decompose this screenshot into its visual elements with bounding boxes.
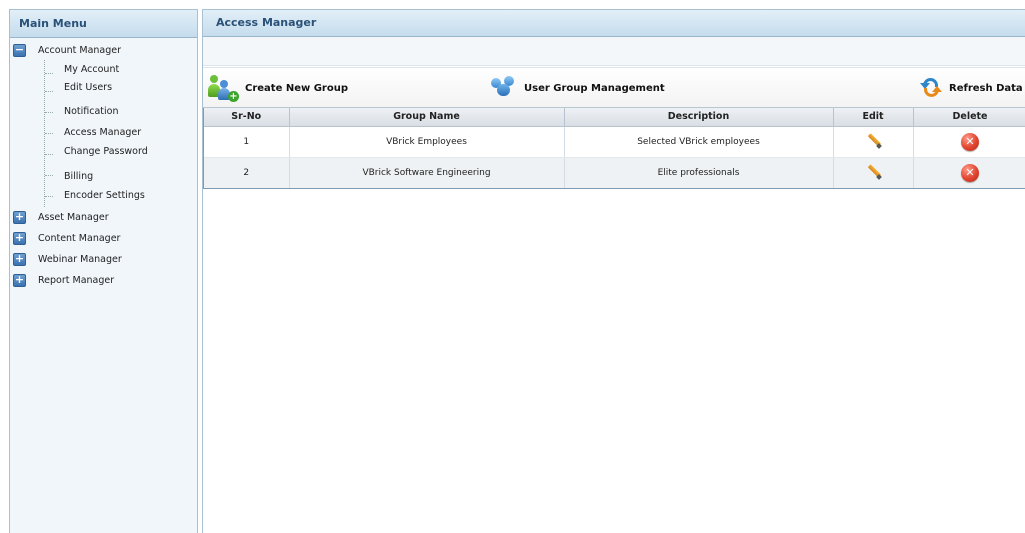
table-header-row: Sr-No Group Name Description Edit Delete: [204, 108, 1025, 127]
tree-item-label[interactable]: Report Manager: [38, 275, 114, 286]
groups-table: Sr-No Group Name Description Edit Delete…: [203, 108, 1025, 189]
toolbar: + Create New Group User Group Management…: [203, 67, 1025, 108]
column-header-group-name[interactable]: Group Name: [289, 108, 565, 127]
menu-item-access-manager[interactable]: Access Manager: [45, 123, 197, 144]
pencil-icon[interactable]: [865, 163, 881, 179]
delete-icon[interactable]: ✕: [961, 132, 979, 151]
subheader-bar: [203, 37, 1025, 66]
main-menu-title: Main Menu: [10, 10, 197, 38]
tree-item-label[interactable]: Asset Manager: [38, 212, 109, 223]
menu-item-billing[interactable]: Billing: [45, 165, 197, 186]
access-manager-panel: Access Manager + Create New Group User G…: [202, 9, 1025, 533]
column-header-sr-no[interactable]: Sr-No: [204, 108, 290, 127]
tree-item-label[interactable]: Account Manager: [38, 45, 121, 56]
menu-item-encoder-settings[interactable]: Encoder Settings: [45, 186, 197, 207]
collapse-icon[interactable]: −: [13, 43, 26, 57]
page-title: Access Manager: [203, 10, 1025, 37]
tree-item-label[interactable]: Content Manager: [38, 233, 120, 244]
column-header-description[interactable]: Description: [564, 108, 834, 127]
create-new-group-label[interactable]: Create New Group: [245, 83, 348, 94]
create-new-group-button[interactable]: + Create New Group: [208, 73, 348, 103]
pencil-icon[interactable]: [865, 132, 881, 148]
tree-item-report-manager[interactable]: + Report Manager: [10, 270, 197, 291]
cell-description: Elite professionals: [564, 157, 834, 188]
tree-item-label[interactable]: Webinar Manager: [38, 254, 122, 265]
expand-icon[interactable]: +: [13, 232, 26, 245]
cell-group-name: VBrick Software Engineering: [289, 157, 565, 188]
menu-tree: − Account Manager My Account Edit Users …: [10, 38, 197, 291]
add-group-icon: +: [208, 73, 239, 103]
tree-item-account-manager[interactable]: − Account Manager: [10, 40, 197, 60]
expand-icon[interactable]: +: [13, 274, 26, 287]
cell-group-name: VBrick Employees: [289, 126, 565, 158]
main-menu-panel: Main Menu − Account Manager My Account E…: [9, 9, 198, 533]
cell-edit: [833, 126, 914, 158]
users-icon: [491, 76, 517, 100]
user-group-management-label[interactable]: User Group Management: [524, 83, 665, 94]
column-header-edit: Edit: [833, 108, 914, 127]
cell-edit: [833, 157, 914, 188]
cell-sr-no: 1: [204, 126, 290, 158]
menu-item-my-account[interactable]: My Account: [45, 63, 197, 81]
tree-item-asset-manager[interactable]: + Asset Manager: [10, 207, 197, 228]
expand-icon[interactable]: +: [13, 211, 26, 224]
column-header-delete: Delete: [913, 108, 1025, 127]
refresh-data-button[interactable]: Refresh Data: [920, 76, 1023, 100]
user-group-management-button[interactable]: User Group Management: [491, 76, 665, 100]
cell-description: Selected VBrick employees: [564, 126, 834, 158]
delete-icon[interactable]: ✕: [961, 163, 979, 182]
tree-item-content-manager[interactable]: + Content Manager: [10, 228, 197, 249]
table-row[interactable]: 2 VBrick Software Engineering Elite prof…: [204, 157, 1025, 188]
account-manager-children: My Account Edit Users Notification Acces…: [44, 60, 197, 207]
expand-icon[interactable]: +: [13, 253, 26, 266]
refresh-icon: [920, 76, 942, 100]
menu-item-change-password[interactable]: Change Password: [45, 144, 197, 165]
refresh-data-label[interactable]: Refresh Data: [949, 83, 1023, 94]
cell-sr-no: 2: [204, 157, 290, 188]
cell-delete: ✕: [913, 126, 1025, 158]
menu-item-edit-users[interactable]: Edit Users: [45, 81, 197, 102]
cell-delete: ✕: [913, 157, 1025, 188]
table-row[interactable]: 1 VBrick Employees Selected VBrick emplo…: [204, 126, 1025, 158]
tree-item-webinar-manager[interactable]: + Webinar Manager: [10, 249, 197, 270]
menu-item-notification[interactable]: Notification: [45, 102, 197, 123]
